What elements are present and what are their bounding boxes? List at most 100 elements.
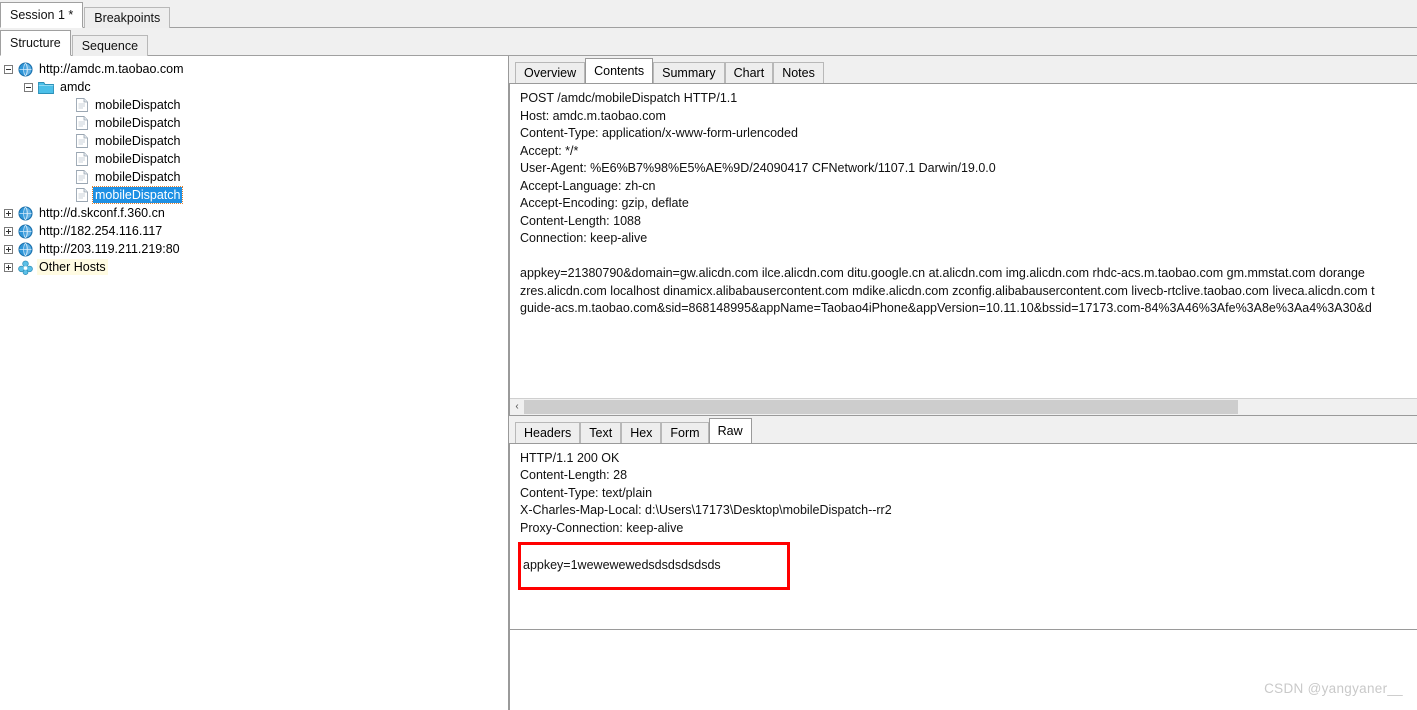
tab-label: Raw — [717, 423, 743, 438]
tree-node[interactable]: mobileDispatch — [0, 96, 508, 114]
expand-node-icon[interactable] — [4, 226, 13, 236]
tree-node[interactable]: mobileDispatch — [0, 114, 508, 132]
view-tab-strip: Structure Sequence — [0, 28, 1417, 56]
tab-label: Hex — [630, 425, 653, 440]
session-tree[interactable]: http://amdc.m.taobao.com amdc mobileDispat… — [0, 56, 508, 710]
tab-contents[interactable]: Contents — [585, 58, 654, 83]
response-headers-text: HTTP/1.1 200 OK Content-Length: 28 Conte… — [520, 450, 892, 535]
tree-node-label: http://d.skconf.f.360.cn — [39, 206, 165, 220]
tab-session-1[interactable]: Session 1 * — [0, 2, 84, 28]
globe-icon — [18, 205, 33, 221]
response-body-text: appkey=1wewewewedsdsdsdsdsds — [523, 557, 721, 572]
tree-node-label: mobileDispatch — [95, 116, 181, 130]
tab-label: Notes — [782, 66, 815, 80]
document-icon — [76, 116, 88, 130]
tree-node-label: mobileDispatch — [95, 134, 181, 148]
globe-icon-wrap — [13, 241, 37, 257]
collapse-node-icon[interactable] — [24, 82, 33, 92]
scroll-left-arrow-icon[interactable]: ‹ — [510, 398, 524, 415]
tree-node[interactable]: mobileDispatch — [0, 150, 508, 168]
document-icon — [76, 98, 88, 112]
response-viewer: HTTP/1.1 200 OK Content-Length: 28 Conte… — [509, 442, 1417, 630]
detail-tab-strip: Overview Contents Summary Chart Notes — [509, 56, 1417, 83]
document-icon-wrap — [71, 98, 93, 112]
tab-breakpoints-label: Breakpoints — [94, 11, 161, 25]
tab-label: Summary — [662, 66, 716, 80]
tree-node-label: mobileDispatch — [95, 98, 181, 112]
tab-chart[interactable]: Chart — [724, 62, 774, 83]
document-icon — [76, 152, 88, 166]
tree-node[interactable]: http://203.119.211.219:80 — [0, 240, 508, 258]
tab-label: Contents — [594, 64, 645, 78]
tab-sequence[interactable]: Sequence — [71, 35, 149, 56]
tree-node-label: http://203.119.211.219:80 — [39, 242, 180, 256]
charles-proxy-window: Session 1 * Breakpoints Structure Sequen… — [0, 0, 1417, 710]
response-tab-strip: Headers Text Hex Form Raw — [509, 415, 1417, 443]
scrollbar-thumb[interactable] — [524, 399, 1238, 414]
request-horizontal-scrollbar[interactable]: ‹ — [510, 397, 1417, 415]
tree-node-label: amdc — [60, 80, 91, 94]
tree-node-label: mobileDispatch — [95, 170, 181, 184]
tree-node[interactable]: mobileDispatch — [0, 186, 508, 204]
tab-summary[interactable]: Summary — [653, 62, 725, 83]
other-hosts-icon-wrap — [13, 260, 37, 275]
detail-pane: Overview Contents Summary Chart Notes POST /… — [509, 56, 1417, 710]
document-icon — [76, 134, 88, 148]
document-icon-wrap — [71, 134, 93, 148]
request-viewer: POST /amdc/mobileDispatch HTTP/1.1 Host:… — [509, 83, 1417, 416]
tab-headers[interactable]: Headers — [515, 421, 581, 443]
document-icon-wrap — [71, 152, 93, 166]
collapse-node-icon[interactable] — [4, 64, 13, 74]
globe-icon-wrap — [13, 61, 37, 77]
tab-structure-label: Structure — [10, 36, 61, 50]
globe-icon-wrap — [13, 205, 37, 221]
tab-label: Headers — [524, 425, 572, 440]
tab-sequence-label: Sequence — [81, 39, 139, 53]
globe-icon — [18, 223, 33, 239]
tab-structure[interactable]: Structure — [0, 30, 71, 56]
tree-node-label: mobileDispatch — [95, 152, 181, 166]
tab-label: Form — [670, 425, 700, 440]
tree-node-label: http://amdc.m.taobao.com — [39, 62, 184, 76]
tree-node[interactable]: http://d.skconf.f.360.cn — [0, 204, 508, 222]
tab-label: Text — [589, 425, 613, 440]
tree-node[interactable]: mobileDispatch — [0, 132, 508, 150]
tree-node[interactable]: http://amdc.m.taobao.com — [0, 60, 508, 78]
session-tab-strip: Session 1 * Breakpoints — [0, 0, 1417, 28]
globe-icon — [18, 61, 33, 77]
tree-node[interactable]: Other Hosts — [0, 258, 508, 276]
folder-icon-wrap — [33, 81, 58, 94]
expand-node-icon[interactable] — [4, 262, 13, 272]
request-raw-text: POST /amdc/mobileDispatch HTTP/1.1 Host:… — [520, 91, 1375, 315]
other-hosts-icon — [18, 260, 33, 275]
document-icon — [76, 188, 88, 202]
document-icon — [76, 170, 88, 184]
tab-raw[interactable]: Raw — [708, 417, 752, 443]
document-icon-wrap — [71, 188, 93, 202]
expand-node-icon[interactable] — [4, 244, 13, 254]
globe-icon-wrap — [13, 223, 37, 239]
expand-node-icon[interactable] — [4, 208, 13, 218]
document-icon-wrap — [71, 116, 93, 130]
document-icon-wrap — [71, 170, 93, 184]
tab-notes[interactable]: Notes — [773, 62, 824, 83]
tab-label: Overview — [524, 66, 577, 80]
tab-form[interactable]: Form — [661, 421, 709, 443]
tree-node-label: mobileDispatch — [91, 186, 184, 204]
tab-hex[interactable]: Hex — [621, 421, 662, 443]
tree-node[interactable]: amdc — [0, 78, 508, 96]
tree-node-label: Other Hosts — [37, 259, 108, 275]
tree-node[interactable]: http://182.254.116.117 — [0, 222, 508, 240]
tree-node-label: http://182.254.116.117 — [39, 224, 163, 238]
structure-pane: http://amdc.m.taobao.com amdc mobileDispat… — [0, 56, 509, 710]
tree-node[interactable]: mobileDispatch — [0, 168, 508, 186]
tab-overview[interactable]: Overview — [515, 62, 586, 83]
tab-session-1-label: Session 1 * — [10, 8, 74, 22]
bottom-filler — [509, 629, 1417, 710]
globe-icon — [18, 241, 33, 257]
tab-text[interactable]: Text — [580, 421, 622, 443]
scrollbar-trough[interactable] — [1238, 399, 1417, 414]
tab-breakpoints[interactable]: Breakpoints — [84, 7, 171, 28]
tab-label: Chart — [733, 66, 765, 80]
folder-icon — [38, 81, 54, 94]
